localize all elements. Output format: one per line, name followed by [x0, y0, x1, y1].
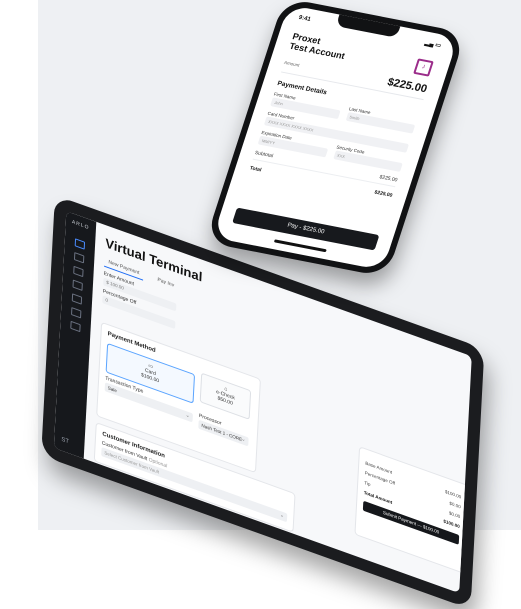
- summary-value: $100.00: [443, 518, 460, 530]
- total-label: Total: [248, 165, 263, 174]
- home-indicator: [273, 239, 327, 253]
- chevron-down-icon: ⌄: [279, 511, 285, 520]
- sidebar-item-reports-icon[interactable]: [71, 307, 82, 319]
- signal-battery-icon: ▂▄ ▭: [423, 40, 442, 50]
- pay-button[interactable]: Pay - $225.00: [232, 207, 380, 251]
- chevron-down-icon: ⌄: [241, 436, 246, 444]
- sidebar-item-dashboard-icon[interactable]: [73, 251, 85, 264]
- sidebar-item-customers-icon[interactable]: [72, 279, 83, 291]
- sidebar-item-settings-icon[interactable]: [70, 320, 81, 333]
- total-value: $225.00: [373, 189, 394, 199]
- subtotal-label: Subtotal: [253, 150, 274, 160]
- sidebar-item-terminal-icon[interactable]: [74, 238, 86, 250]
- status-time: 9:41: [297, 14, 312, 23]
- brand-logo: ARLO: [71, 219, 90, 232]
- amount-label: Amount: [283, 59, 301, 68]
- chevron-down-icon: ⌄: [185, 412, 190, 420]
- summary-label: Tip: [364, 480, 371, 488]
- amount-value: $225.00: [385, 76, 429, 96]
- summary-value: $100.00: [444, 488, 462, 500]
- subtotal-value: $225.00: [378, 174, 399, 184]
- transaction-type-value: Sale: [107, 385, 117, 394]
- user-avatar[interactable]: ST: [61, 437, 69, 446]
- summary-value: $0.00: [449, 500, 461, 510]
- summary-value: $0.00: [448, 510, 461, 520]
- sidebar-item-transactions-icon[interactable]: [73, 265, 84, 278]
- payment-summary-card: Base Amount $100.00 Percentage Off $0.00 T…: [354, 446, 469, 574]
- sidebar-item-invoices-icon[interactable]: [71, 293, 83, 305]
